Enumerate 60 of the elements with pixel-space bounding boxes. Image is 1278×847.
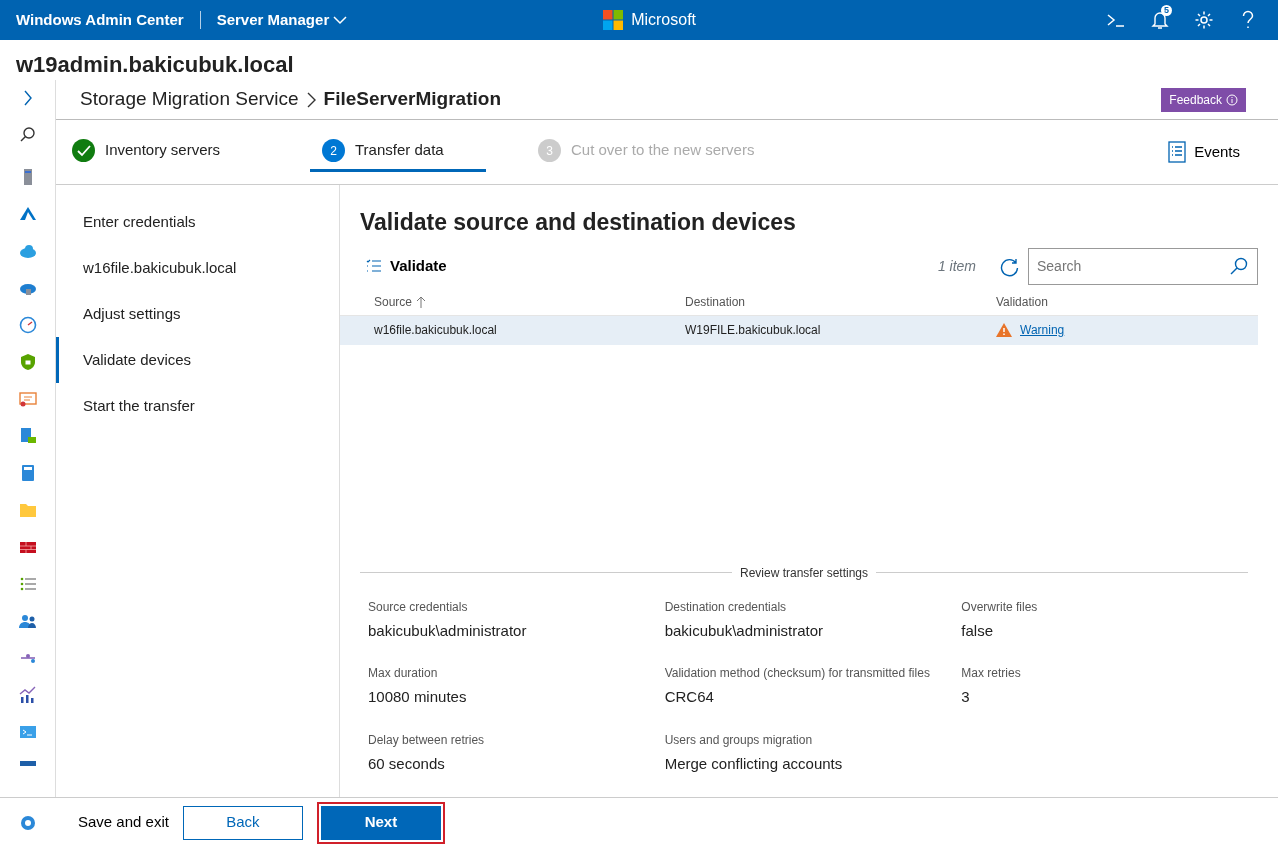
- next-button[interactable]: Next: [320, 805, 441, 840]
- field-label: Max duration: [368, 665, 439, 682]
- field-label: Validation method (checksum) for transmitted files: [664, 665, 931, 682]
- field-value: bakicubuk\administrator: [664, 620, 825, 641]
- server-name: w19admin.bakicubuk.local: [15, 51, 295, 79]
- step-tab[interactable]: Inventory servers: [60, 132, 270, 172]
- notifications-button[interactable]: 5: [1146, 6, 1174, 34]
- brand-name: Microsoft: [631, 10, 697, 30]
- feedback-button[interactable]: Feedback: [1161, 87, 1246, 112]
- events-button[interactable]: Events: [1162, 139, 1246, 165]
- breadcrumb-link[interactable]: Storage Migration Service: [80, 85, 299, 114]
- chart-icon[interactable]: [17, 685, 38, 705]
- tool-switcher[interactable]: Server Manager: [216, 6, 348, 34]
- nav-item[interactable]: Start the transfer: [56, 383, 339, 429]
- field-value: 60 seconds: [368, 753, 446, 774]
- nav-item[interactable]: Adjust settings: [56, 291, 339, 337]
- back-button[interactable]: Back: [182, 805, 303, 840]
- field-label: Overwrite files: [961, 598, 1039, 616]
- field-value: bakicubuk\administrator: [368, 620, 528, 641]
- validation-link[interactable]: Warning: [1020, 321, 1065, 339]
- field-value: 3: [961, 687, 971, 707]
- table-cell-text: W19FILE.bakicubuk.local: [685, 322, 822, 339]
- field-label: Delay between retries: [368, 731, 486, 749]
- field-label: Users and groups migration: [664, 731, 814, 749]
- field-value: false: [961, 620, 994, 641]
- table-cell-text: w16file.bakicubuk.local: [374, 322, 498, 339]
- breadcrumb-current: FileServerMigration: [323, 87, 501, 112]
- column-header[interactable]: Source: [374, 292, 685, 311]
- search-icon[interactable]: [1230, 256, 1248, 275]
- notification-count: 5: [1161, 5, 1172, 16]
- section-title: Review transfer settings: [739, 564, 869, 582]
- column-header[interactable]: Validation: [996, 292, 1048, 311]
- app-title: Windows Admin Center: [16, 9, 184, 30]
- field-value: CRC64: [664, 687, 715, 707]
- checkmark-icon: [76, 144, 91, 157]
- certificate-icon[interactable]: [17, 389, 38, 409]
- search-field[interactable]: Search: [1028, 247, 1258, 285]
- save-and-exit-button[interactable]: Save and exit: [78, 811, 169, 834]
- item-count: 1 item: [937, 256, 976, 276]
- column-header[interactable]: Destination: [685, 292, 996, 311]
- chevron-down-icon: [333, 15, 348, 25]
- chevron-right-icon: [306, 91, 316, 108]
- info-icon: [1226, 93, 1238, 106]
- document-list-icon: [1168, 141, 1187, 163]
- field-label: Destination credentials: [664, 598, 788, 616]
- field-value: 10080 minutes: [368, 687, 468, 707]
- field-label: Max retries: [961, 665, 1022, 682]
- step-tab[interactable]: 2 Transfer data: [310, 132, 486, 172]
- nav-item[interactable]: w16file.bakicubuk.local: [56, 245, 339, 291]
- checklist-icon: [366, 259, 382, 273]
- terminal-prompt-icon: [1106, 12, 1126, 28]
- windows-logo-icon: [603, 10, 624, 30]
- validate-button[interactable]: Validate: [360, 253, 453, 279]
- panel-title: Validate source and destination devices: [360, 208, 797, 237]
- field-value: Merge conflicting accounts: [664, 753, 844, 774]
- field-label: Source credentials: [368, 598, 469, 616]
- nav-item[interactable]: Enter credentials: [56, 199, 339, 245]
- gauge-icon[interactable]: [17, 315, 38, 335]
- question-mark-icon: [1242, 10, 1254, 30]
- table-row[interactable]: w16file.bakicubuk.local W19FILE.bakicubuk.local Warning: [340, 314, 1258, 345]
